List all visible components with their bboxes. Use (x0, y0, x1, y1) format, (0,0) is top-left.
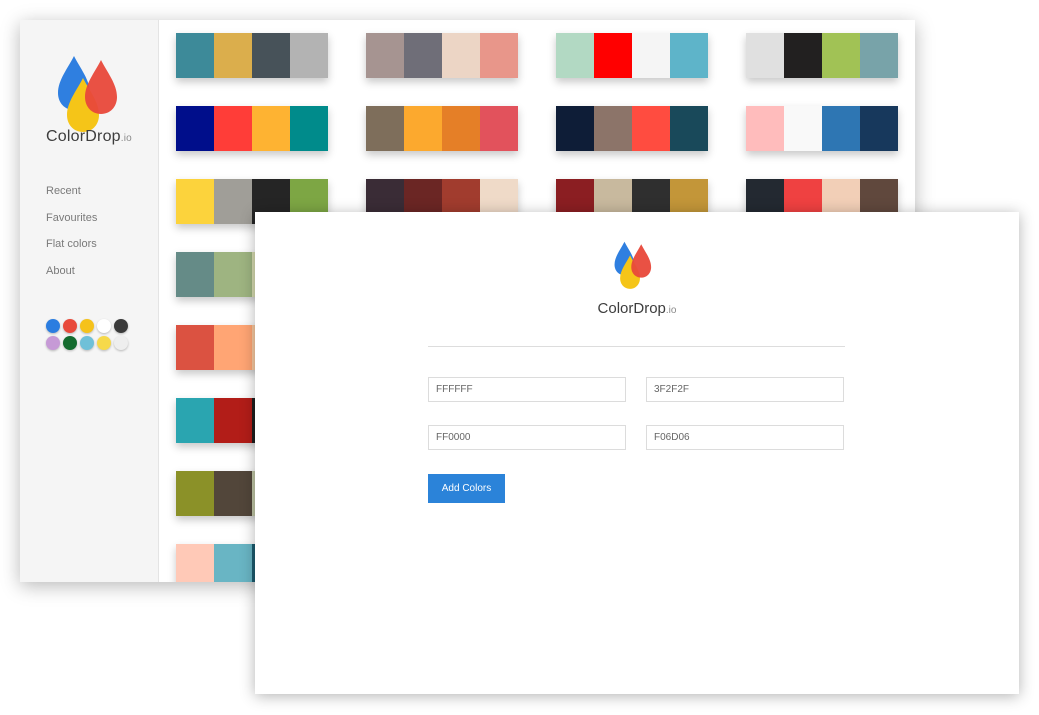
color-filter-dot[interactable] (80, 319, 94, 333)
sidebar-item-flat-colors[interactable]: Flat colors (46, 236, 97, 263)
color-swatch[interactable] (214, 471, 252, 516)
color-input-1[interactable] (428, 377, 626, 402)
brand-name: ColorDrop.io (255, 300, 1019, 317)
palette-card[interactable] (746, 33, 898, 78)
color-swatch[interactable] (176, 398, 214, 443)
color-swatch[interactable] (632, 106, 670, 151)
color-swatch[interactable] (556, 106, 594, 151)
color-swatch[interactable] (214, 252, 252, 297)
color-input-2[interactable] (646, 377, 844, 402)
palette-card[interactable] (556, 106, 708, 151)
color-swatch[interactable] (214, 33, 252, 78)
red-drop (85, 60, 117, 114)
color-swatch[interactable] (176, 33, 214, 78)
color-swatch[interactable] (252, 33, 290, 78)
color-filter-dot[interactable] (46, 336, 60, 350)
color-swatch[interactable] (290, 33, 328, 78)
color-swatch[interactable] (746, 106, 784, 151)
color-filter-dot[interactable] (63, 336, 77, 350)
color-swatch[interactable] (822, 33, 860, 78)
sidebar-item-recent[interactable]: Recent (46, 183, 97, 210)
color-swatch[interactable] (290, 106, 328, 151)
palette-card[interactable] (556, 33, 708, 78)
color-swatch[interactable] (556, 33, 594, 78)
brand-title: ColorDrop (597, 300, 666, 317)
color-filter-dot[interactable] (46, 319, 60, 333)
color-swatch[interactable] (366, 106, 404, 151)
palette-card[interactable] (366, 106, 518, 151)
color-swatch[interactable] (214, 179, 252, 224)
palette-card[interactable] (176, 106, 328, 151)
color-swatch[interactable] (252, 106, 290, 151)
brand-title: ColorDrop (46, 128, 121, 145)
color-input-3[interactable] (428, 425, 626, 450)
color-swatch[interactable] (670, 106, 708, 151)
color-filter-dot[interactable] (97, 319, 111, 333)
color-dot-row (46, 336, 136, 350)
color-swatch[interactable] (442, 33, 480, 78)
colordrop-logo-icon (614, 241, 652, 289)
palette-card[interactable] (366, 33, 518, 78)
brand-suffix: .io (665, 305, 677, 316)
divider (428, 346, 845, 347)
color-filter-dot[interactable] (97, 336, 111, 350)
color-swatch[interactable] (784, 106, 822, 151)
brand-name: ColorDrop.io (20, 128, 158, 146)
brand-suffix: .io (120, 133, 132, 144)
color-swatch[interactable] (404, 33, 442, 78)
color-swatch[interactable] (784, 33, 822, 78)
color-swatch[interactable] (214, 544, 252, 582)
color-swatch[interactable] (594, 106, 632, 151)
color-swatch[interactable] (176, 179, 214, 224)
color-swatch[interactable] (176, 106, 214, 151)
color-filter-dot[interactable] (114, 319, 128, 333)
color-filter-dot[interactable] (80, 336, 94, 350)
color-filter-dot[interactable] (114, 336, 128, 350)
color-swatch[interactable] (632, 33, 670, 78)
color-swatch[interactable] (214, 398, 252, 443)
color-swatch[interactable] (404, 106, 442, 151)
color-swatch[interactable] (176, 252, 214, 297)
color-swatch[interactable] (176, 544, 214, 582)
add-colors-button[interactable]: Add Colors (428, 474, 505, 503)
color-swatch[interactable] (176, 325, 214, 370)
palette-card[interactable] (176, 33, 328, 78)
color-swatch[interactable] (214, 325, 252, 370)
color-swatch[interactable] (480, 33, 518, 78)
color-swatch[interactable] (366, 33, 404, 78)
color-dot-row (46, 319, 136, 333)
color-filter-dot[interactable] (63, 319, 77, 333)
palette-card[interactable] (746, 106, 898, 151)
color-swatch[interactable] (860, 33, 898, 78)
sidebar-item-favourites[interactable]: Favourites (46, 210, 97, 237)
add-colors-dialog: ColorDrop.io Add Colors (255, 212, 1019, 694)
color-swatch[interactable] (442, 106, 480, 151)
color-swatch[interactable] (860, 106, 898, 151)
sidebar: ColorDrop.io Recent Favourites Flat colo… (20, 20, 159, 582)
color-filter-dots (46, 319, 136, 353)
red-drop (631, 244, 652, 278)
color-swatch[interactable] (822, 106, 860, 151)
color-input-4[interactable] (646, 425, 844, 450)
color-swatch[interactable] (214, 106, 252, 151)
color-swatch[interactable] (594, 33, 632, 78)
color-swatch[interactable] (670, 33, 708, 78)
color-swatch[interactable] (176, 471, 214, 516)
sidebar-item-about[interactable]: About (46, 263, 97, 290)
sidebar-nav: Recent Favourites Flat colors About (46, 183, 97, 289)
color-swatch[interactable] (746, 33, 784, 78)
color-swatch[interactable] (480, 106, 518, 151)
